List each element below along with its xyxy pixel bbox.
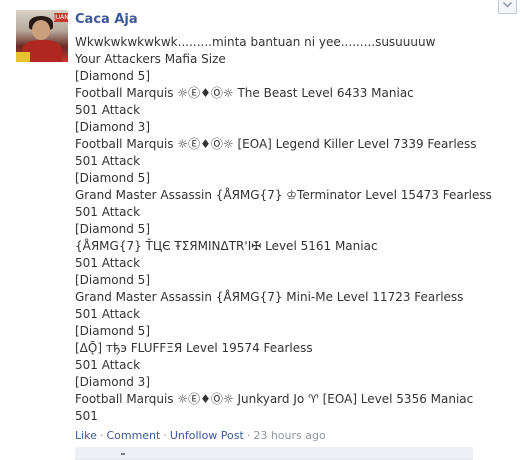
message-line: [Diamond 3] — [75, 375, 150, 389]
message-line: Football Marquis ☼Ⓔ♦Ⓞ☼ The Beast Level 6… — [75, 86, 414, 100]
message-line: 501 Attack — [75, 358, 141, 372]
separator: · — [163, 429, 167, 442]
message-line: Your Attackers Mafia Size — [75, 52, 226, 66]
message-line: [Diamond 5] — [75, 222, 150, 236]
message-line: 501 — [75, 409, 98, 423]
timestamp[interactable]: 23 hours ago — [253, 429, 325, 442]
separator: · — [99, 429, 104, 442]
comment-area[interactable] — [75, 447, 473, 460]
comment-link[interactable]: Comment — [106, 429, 160, 442]
unfollow-post-link[interactable]: Unfollow Post — [170, 429, 244, 442]
message-line: Grand Master Assassin {ÅЯMG{7} Mini-Me L… — [75, 290, 464, 304]
separator: · — [246, 429, 251, 442]
avatar-logo — [16, 52, 30, 62]
avatar-face — [32, 20, 50, 40]
post-message: Wkwkwkwkwkwk.........minta bantuan ni ye… — [75, 34, 515, 425]
feed-story: JUAN Caca Aja Wkwkwkwkwkwk.........minta… — [0, 0, 520, 460]
message-line: Football Marquis ☼Ⓔ♦Ⓞ☼ [EOA] Legend Kill… — [75, 137, 477, 151]
like-link[interactable]: Like — [75, 429, 97, 442]
message-line: [Diamond 3] — [75, 120, 150, 134]
story-menu-button[interactable] — [498, 0, 517, 14]
message-line: [Diamond 5] — [75, 324, 150, 338]
message-line: [Diamond 5] — [75, 69, 150, 83]
message-line: [Diamond 5] — [75, 171, 150, 185]
message-line: 501 Attack — [75, 103, 141, 117]
message-line: [ΔǬ] тђэ FLUFFΞЯ Level 19574 Fearless — [75, 341, 313, 355]
message-line: Football Marquis ☼Ⓔ♦Ⓞ☼ Junkyard Jo ♈ [EO… — [75, 392, 474, 406]
message-line: 501 Attack — [75, 256, 141, 270]
message-line: Wkwkwkwkwkwk.........minta bantuan ni ye… — [75, 35, 436, 49]
message-line: 501 Attack — [75, 205, 141, 219]
message-line: [Diamond 5] — [75, 273, 150, 287]
story-actions: Like · Comment · Unfollow Post · 23 hours ago — [75, 429, 326, 443]
message-line: 501 Attack — [75, 154, 141, 168]
message-line: Grand Master Assassin {ÅЯMG{7} ♔Terminat… — [75, 188, 492, 202]
author-avatar[interactable]: JUAN — [16, 10, 68, 62]
avatar-tag: JUAN — [54, 13, 68, 22]
author-name[interactable]: Caca Aja — [75, 12, 138, 28]
message-line: {ÅЯMG{7} ŤЦЄ ŦƩЯMINΔTR'I✠ Level 5161 Man… — [75, 239, 378, 253]
message-line: 501 Attack — [75, 307, 141, 321]
